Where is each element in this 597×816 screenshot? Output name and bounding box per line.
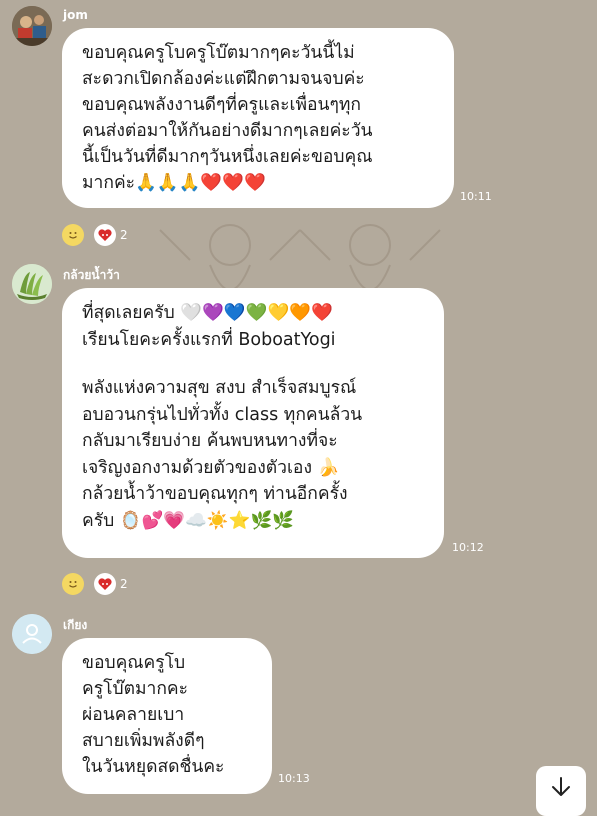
heart-reaction-icon[interactable] (94, 573, 116, 595)
default-user-avatar-icon[interactable] (12, 614, 52, 654)
message-text-line: ผ่อนคลายเบา (82, 705, 185, 725)
message-text-line: ครับ 🪞💕💗☁️☀️⭐🌿🌿 (82, 510, 295, 531)
message-text-line: ที่สุดเลยครับ 🤍💜💙💚💛🧡❤️ (82, 303, 333, 323)
smile-reaction-icon[interactable] (62, 224, 84, 246)
message-text-line: เจริญงอกงามด้วยตัวของตัวเอง 🍌 (82, 457, 340, 478)
message-text-line: ขอบคุณครูโบ (82, 653, 186, 673)
message-bubble[interactable]: ขอบคุณครูโบครูโบ๊ตมากๆคะวันนี้ไม่ สะดวกเ… (62, 28, 454, 208)
reactions-row[interactable]: 2 (62, 223, 128, 247)
sender-name: กล้วยน้ำว้า (63, 268, 120, 282)
reaction-count: 2 (120, 228, 128, 242)
message-timestamp: 10:12 (452, 541, 484, 554)
message-text-line: สบายเพิ่มพลังดีๆ (82, 731, 205, 751)
message-text-line: ครูโบ๊ตมากคะ (82, 679, 189, 699)
banana-avatar-icon[interactable] (12, 264, 52, 304)
heart-reaction-icon[interactable] (94, 224, 116, 246)
message-bubble[interactable]: ขอบคุณครูโบ ครูโบ๊ตมากคะ ผ่อนคลายเบา สบา… (62, 638, 272, 794)
message-text-line: กลับมาเรียบง่าย ค้นพบหนทางที่จะ (82, 431, 338, 451)
reaction-count: 2 (120, 577, 128, 591)
reactions-row[interactable]: 2 (62, 572, 128, 596)
message-text-line: สะดวกเปิดกล้องค่ะแต่ฝึกตามจนจบค่ะ (82, 69, 365, 89)
message-text-line: พลังแห่งความสุข สงบ สำเร็จสมบูรณ์ (82, 378, 357, 398)
sender-name: เกียง (63, 618, 88, 632)
message-text-line: นี้เป็นวันที่ดีมากๆวันหนึ่งเลยค่ะขอบคุณ (82, 147, 373, 167)
photo-avatar-icon[interactable] (12, 6, 52, 46)
message-text-line: อบอวนกรุ่นไปทั่วทั้ง class ทุกคนล้วน (82, 404, 363, 425)
message-bubble[interactable]: ที่สุดเลยครับ 🤍💜💙💚💛🧡❤️ เรียนโยคะครั้งแรก… (62, 288, 444, 558)
message-text-line: กล้วยน้ำว้าขอบคุณทุกๆ ท่านอีกครั้ง (82, 484, 348, 504)
message-text-line: ในวันหยุดสดชื่นคะ (82, 757, 225, 777)
sender-name: jom (63, 8, 88, 22)
message-text-line: ขอบคุณพลังงานดีๆที่ครูและเพื่อนๆทุก (82, 95, 361, 115)
message-timestamp: 10:11 (460, 190, 492, 203)
message-text-line: ขอบคุณครูโบครูโบ๊ตมากๆคะวันนี้ไม่ (82, 43, 355, 63)
scroll-down-button[interactable] (536, 766, 586, 816)
message-timestamp: 10:13 (278, 772, 310, 785)
message-text-line: มากค่ะ🙏🙏🙏❤️❤️❤️ (82, 173, 266, 193)
message-text-line: คนส่งต่อมาให้กันอย่างดีมากๆเลยค่ะวัน (82, 121, 373, 141)
smile-reaction-icon[interactable] (62, 573, 84, 595)
message-text-line: เรียนโยคะครั้งแรกที่ BoboatYogi (82, 329, 336, 350)
arrow-down-icon (552, 777, 570, 796)
